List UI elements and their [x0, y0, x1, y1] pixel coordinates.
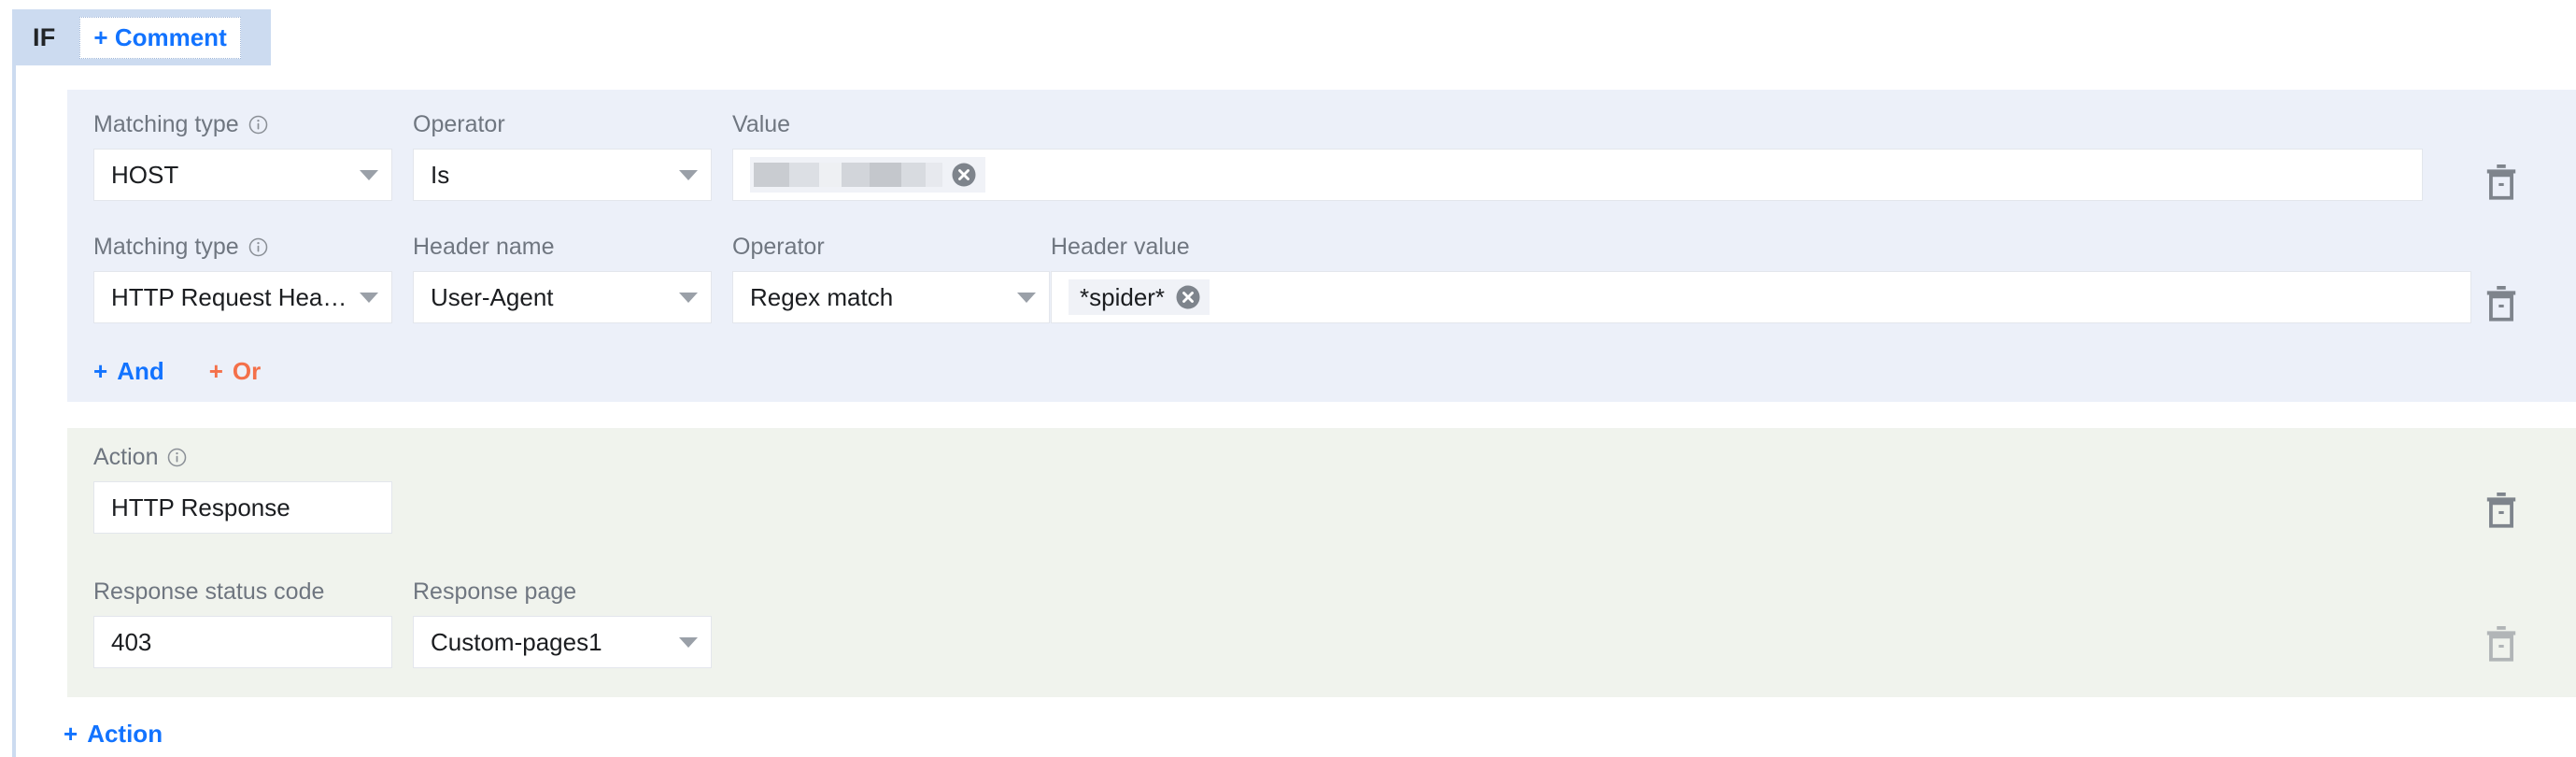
redacted-text	[754, 161, 942, 189]
input-response-status-code[interactable]: 403	[93, 616, 392, 668]
field-header-name: Header name User-Agent	[413, 233, 712, 323]
select-operator-2-value: Regex match	[750, 282, 894, 311]
select-matching-type-2-value: HTTP Request Header	[111, 282, 350, 311]
label-matching-type-1: Matching type	[93, 110, 392, 138]
select-operator-2[interactable]: Regex match	[732, 271, 1050, 323]
header-value-token[interactable]: *spider*	[1069, 279, 1210, 315]
field-header-value: Header value *spider*	[1051, 233, 2471, 323]
chevron-down-icon	[1017, 292, 1036, 303]
field-operator-1: Operator Is	[413, 110, 712, 201]
field-matching-type-2: Matching type HTTP Request Header	[93, 233, 392, 323]
delete-condition-row-1-button[interactable]	[2484, 163, 2519, 202]
input-action-value: HTTP Response	[111, 493, 290, 521]
chevron-down-icon	[679, 169, 698, 180]
add-and-plus-icon: +	[93, 357, 108, 385]
label-response-page: Response page	[413, 578, 577, 605]
add-or-condition-link[interactable]: + Or	[209, 357, 262, 386]
info-icon[interactable]	[248, 236, 269, 258]
field-action: Action HTTP Response	[93, 443, 392, 534]
label-action: Action	[93, 443, 392, 471]
value-token-redacted[interactable]	[750, 157, 985, 193]
label-matching-type-2: Matching type	[93, 233, 392, 261]
chevron-down-icon	[679, 292, 698, 303]
add-or-plus-icon: +	[208, 357, 223, 385]
left-rail-divider	[12, 65, 16, 757]
remove-token-icon[interactable]	[950, 161, 978, 189]
label-operator-2: Operator	[732, 233, 825, 260]
select-matching-type-1-value: HOST	[111, 160, 179, 189]
tokens-value-1[interactable]	[732, 149, 2423, 201]
tokens-header-value[interactable]: *spider*	[1051, 271, 2471, 323]
label-header-name: Header name	[413, 233, 555, 260]
chevron-down-icon	[679, 636, 698, 648]
add-comment-button[interactable]: + Comment	[79, 16, 241, 59]
select-response-page-value: Custom-pages1	[431, 627, 602, 656]
add-comment-plus-icon: +	[93, 22, 108, 51]
add-and-condition-link[interactable]: + And	[93, 357, 164, 386]
field-value-1: Value	[732, 110, 2423, 201]
field-matching-type-1: Matching type HOST	[93, 110, 392, 201]
select-header-name[interactable]: User-Agent	[413, 271, 712, 323]
field-response-status-code: Response status code 403	[93, 578, 392, 668]
rule-editor-page: IF + Comment Matching type HOST Operator…	[0, 0, 2576, 757]
field-operator-2: Operator Regex match	[732, 233, 1050, 323]
chevron-down-icon	[360, 292, 378, 303]
select-matching-type-1[interactable]: HOST	[93, 149, 392, 201]
info-icon[interactable]	[248, 114, 269, 136]
select-matching-type-2[interactable]: HTTP Request Header	[93, 271, 392, 323]
delete-response-row-button[interactable]	[2484, 624, 2519, 664]
header-value-token-label: *spider*	[1080, 282, 1166, 311]
label-value-1: Value	[732, 110, 791, 137]
select-operator-1-value: Is	[431, 160, 450, 189]
add-action-label: Action	[87, 720, 163, 748]
select-response-page[interactable]: Custom-pages1	[413, 616, 712, 668]
info-icon[interactable]	[166, 447, 188, 468]
input-action[interactable]: HTTP Response	[93, 481, 392, 534]
add-action-link[interactable]: + Action	[64, 720, 163, 749]
delete-condition-row-2-button[interactable]	[2484, 284, 2519, 323]
select-header-name-value: User-Agent	[431, 282, 554, 311]
add-and-label: And	[117, 357, 164, 385]
label-operator-1: Operator	[413, 110, 505, 137]
if-label: IF	[33, 22, 56, 51]
field-response-page: Response page Custom-pages1	[413, 578, 712, 668]
add-comment-label: Comment	[114, 22, 227, 51]
chevron-down-icon	[360, 169, 378, 180]
delete-action-button[interactable]	[2484, 491, 2519, 530]
select-operator-1[interactable]: Is	[413, 149, 712, 201]
input-response-status-code-value: 403	[111, 627, 152, 656]
add-or-label: Or	[232, 357, 262, 385]
add-action-plus-icon: +	[64, 720, 78, 748]
logic-links: + And + Or	[93, 357, 261, 386]
remove-token-icon[interactable]	[1174, 283, 1202, 311]
if-header-bar: IF + Comment	[12, 9, 271, 65]
label-header-value: Header value	[1051, 233, 1190, 260]
label-response-status-code: Response status code	[93, 578, 325, 605]
